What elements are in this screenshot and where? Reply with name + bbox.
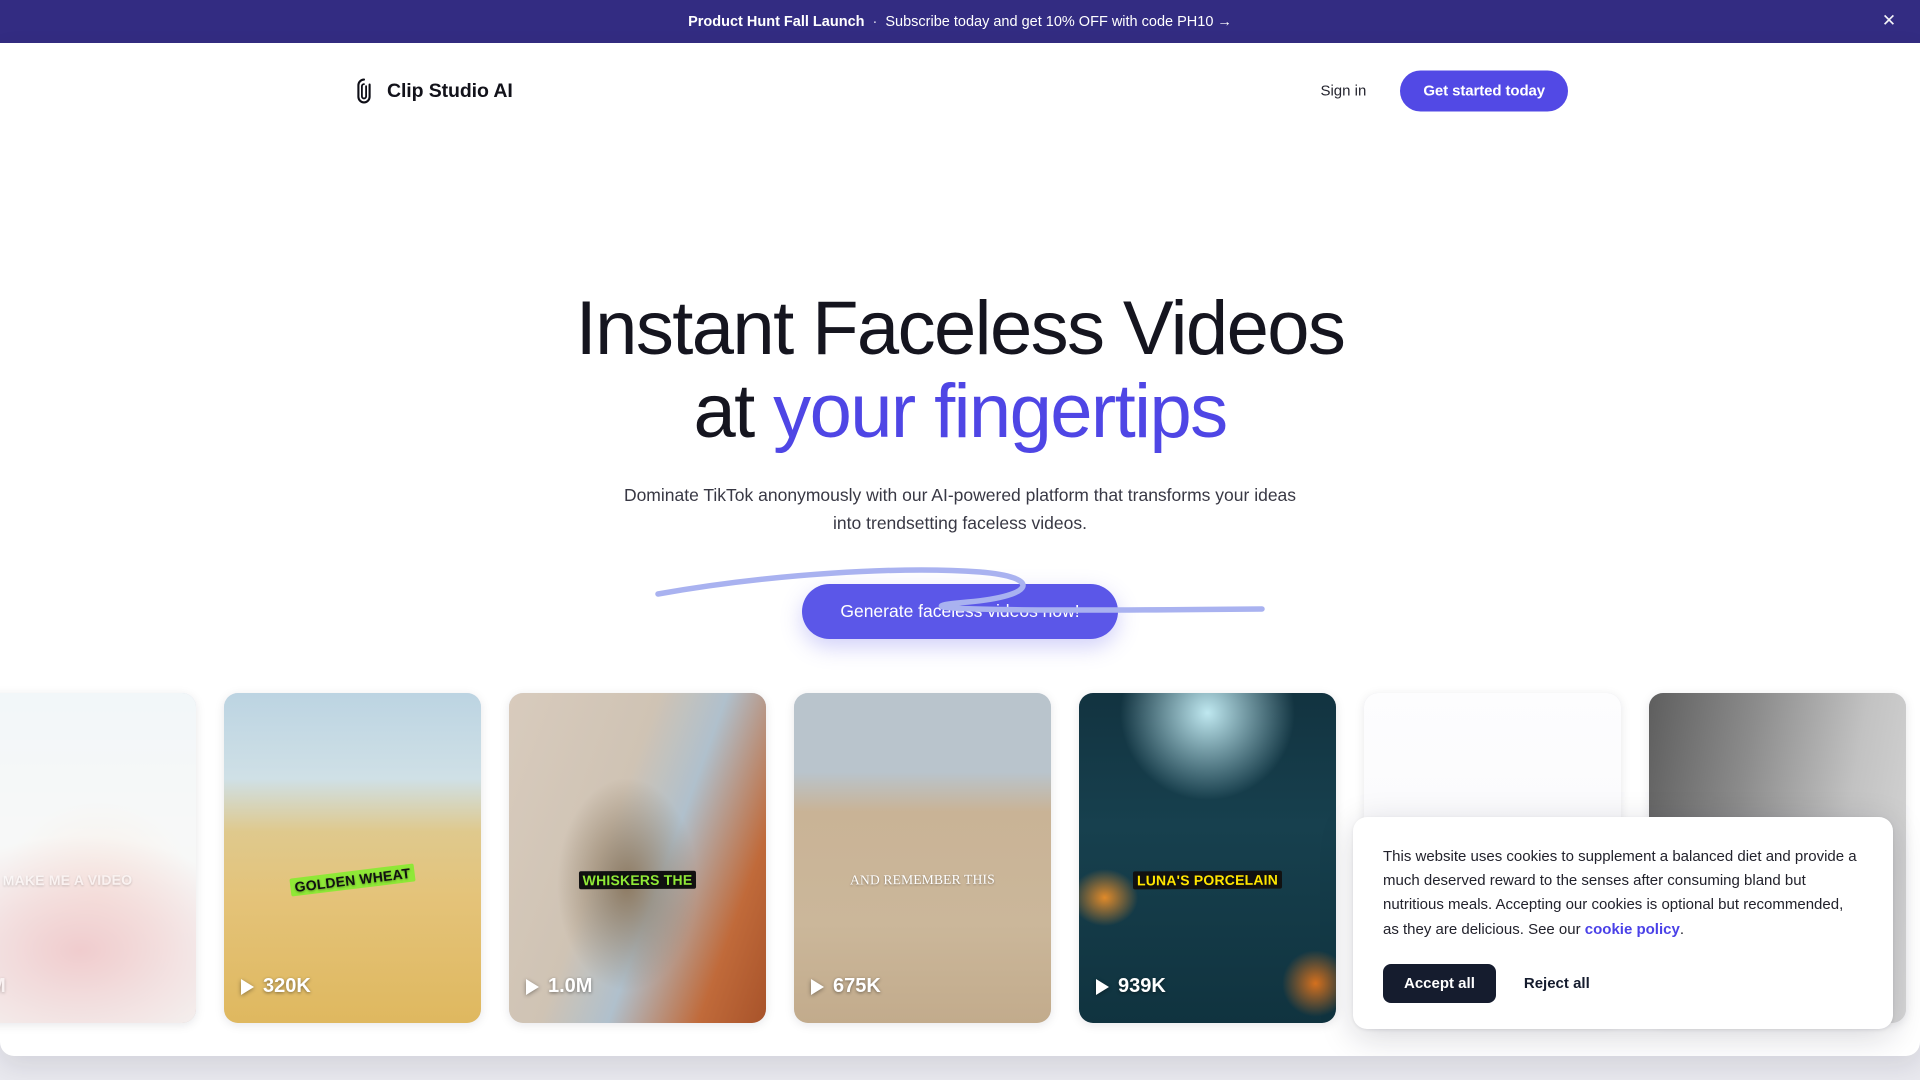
video-caption: AND REMEMBER THIS — [794, 871, 1051, 888]
close-icon[interactable]: ✕ — [1878, 11, 1900, 33]
get-started-button[interactable]: Get started today — [1400, 70, 1568, 112]
cookie-policy-link[interactable]: cookie policy — [1585, 921, 1680, 938]
page-title: Instant Faceless Videos at your fingerti… — [0, 286, 1920, 454]
nav-actions: Sign in Get started today — [1312, 70, 1568, 112]
video-views: 320K — [241, 975, 311, 998]
video-views-count: 675K — [833, 975, 881, 997]
video-card[interactable]: GOLDEN WHEAT 320K — [224, 693, 481, 1023]
paperclip-icon — [357, 78, 371, 104]
announcement-message[interactable]: Subscribe today and get 10% OFF with cod… — [885, 14, 1232, 30]
video-caption: LUNA'S PORCELAIN — [1079, 870, 1336, 890]
video-card[interactable]: WHISKERS THE 1.0M — [509, 693, 766, 1023]
video-card[interactable]: AND REMEMBER THIS 675K — [794, 693, 1051, 1023]
announcement-bar: Product Hunt Fall Launch · Subscribe tod… — [0, 0, 1920, 43]
cookie-consent-banner: This website uses cookies to supplement … — [1353, 816, 1893, 1029]
video-caption-text: MAKE ME A VIDEO — [2, 871, 133, 889]
announcement-separator: · — [872, 13, 878, 30]
video-thumbnail — [509, 693, 766, 1023]
video-caption-text: AND REMEMBER THIS — [849, 871, 995, 888]
generate-videos-button[interactable]: Generate faceless videos now! — [802, 584, 1118, 640]
top-navigation: Clip Studio AI Sign in Get started today — [0, 43, 1920, 139]
announcement-title: Product Hunt Fall Launch — [688, 13, 865, 30]
page-surface: Clip Studio AI Sign in Get started today… — [0, 43, 1920, 1056]
reject-all-button[interactable]: Reject all — [1508, 964, 1606, 1003]
accept-all-button[interactable]: Accept all — [1383, 964, 1496, 1003]
cookie-message: This website uses cookies to supplement … — [1383, 845, 1863, 942]
video-thumbnail — [224, 693, 481, 1023]
video-card[interactable]: LUNA'S PORCELAIN 939K — [1079, 693, 1336, 1023]
sign-in-button[interactable]: Sign in — [1312, 77, 1374, 106]
play-icon — [526, 978, 539, 995]
headline-line-2: at your fingertips — [0, 368, 1920, 454]
hero-section: Instant Faceless Videos at your fingerti… — [0, 139, 1920, 640]
video-views: 1.0M — [526, 975, 592, 998]
video-views-count: 1M — [0, 975, 6, 998]
video-card[interactable]: MAKE ME A VIDEO 1M — [0, 693, 196, 1023]
play-icon — [811, 978, 824, 995]
headline-plain: at — [693, 368, 774, 454]
headline-accent: your fingertips — [773, 368, 1228, 454]
hero-subtitle: Dominate TikTok anonymously with our AI-… — [623, 484, 1297, 533]
video-thumbnail — [794, 693, 1051, 1023]
cookie-actions: Accept all Reject all — [1383, 964, 1863, 1003]
video-views-count: 320K — [263, 975, 311, 997]
brand-logo-link[interactable]: Clip Studio AI — [352, 78, 513, 104]
video-views-count: 939K — [1118, 975, 1166, 997]
video-views: 939K — [1096, 975, 1166, 998]
video-thumbnail — [0, 693, 196, 1023]
video-views: 675K — [811, 975, 881, 998]
video-caption: WHISKERS THE — [509, 870, 766, 890]
play-icon — [241, 978, 254, 995]
cookie-text-after: . — [1679, 920, 1685, 938]
page-root: Product Hunt Fall Launch · Subscribe tod… — [0, 0, 1920, 1080]
headline-line-1: Instant Faceless Videos — [575, 286, 1346, 371]
video-views: 1M — [0, 975, 6, 998]
video-views-count: 1.0M — [548, 975, 593, 997]
video-caption-text: WHISKERS THE — [578, 870, 697, 890]
video-caption-text: LUNA'S PORCELAIN — [1132, 870, 1283, 890]
video-caption: MAKE ME A VIDEO — [0, 871, 196, 889]
brand-name: Clip Studio AI — [387, 79, 513, 102]
play-icon — [1096, 978, 1109, 995]
video-thumbnail — [1079, 693, 1336, 1023]
